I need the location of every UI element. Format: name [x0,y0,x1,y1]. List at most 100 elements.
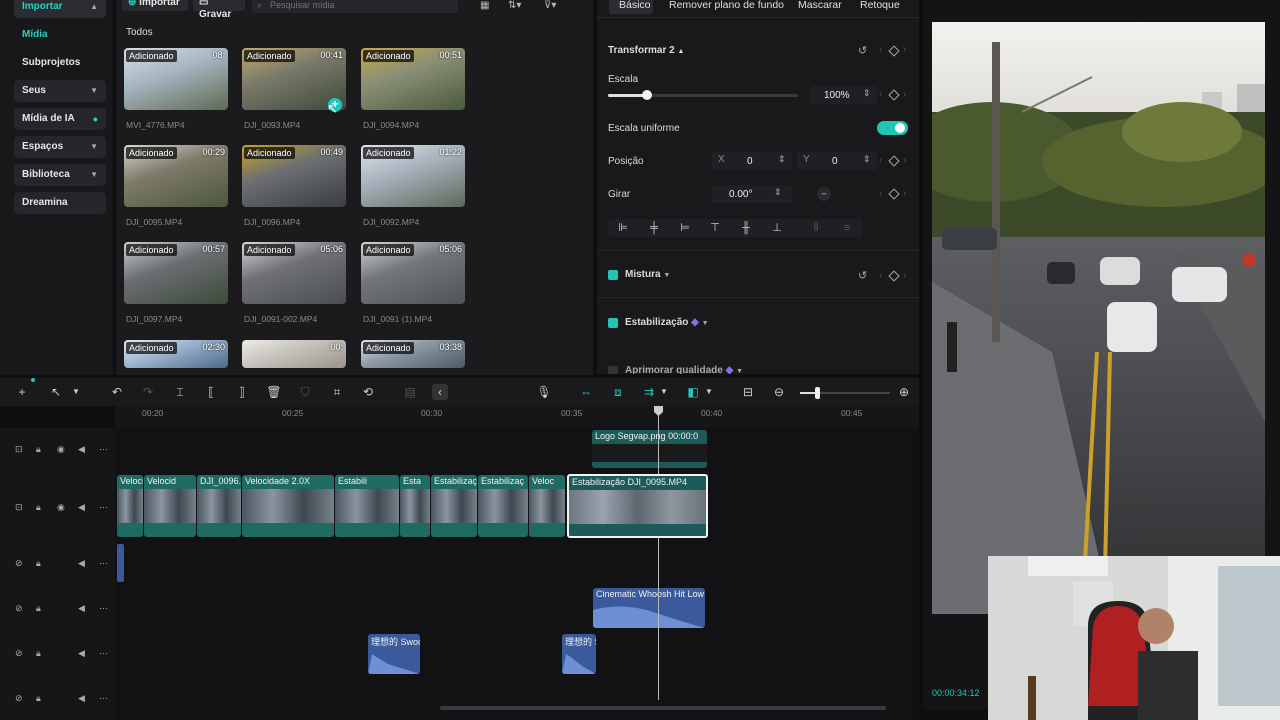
more-icon[interactable]: ⋯ [99,502,108,513]
speed-icon[interactable]: ⟲ [360,384,376,400]
nav-item-seus[interactable]: Seus ▼ [14,80,106,102]
lock-icon[interactable]: 🔒︎ [36,502,41,513]
tab-basico[interactable]: Básico [619,0,651,14]
video-clip[interactable]: Estabili [335,475,399,537]
playhead[interactable] [658,410,659,700]
align-bottom-icon[interactable]: ⊥ [770,222,784,234]
prev-keyframe-icon[interactable]: ‹ [879,155,882,166]
prev-keyframe-icon[interactable]: ‹ [879,270,882,281]
add-track-icon[interactable]: + [14,384,30,400]
nav-item-dreamina[interactable]: Dreamina [14,192,106,214]
overlay-clip-logo[interactable]: Logo Segvap.png 00:00:0 [592,430,707,468]
keyframe-icon[interactable] [888,89,900,101]
prev-keyframe-icon[interactable]: ‹ [879,89,882,100]
delete-icon[interactable]: 🗑 [266,384,282,400]
audio-icon[interactable]: ◀︎ [78,558,85,569]
audio-icon[interactable]: ◀︎ [78,648,85,659]
collapse-icon[interactable]: ‹ [432,384,448,400]
media-thumbnail[interactable]: Adicionado 02:30 [124,340,228,368]
video-clip[interactable]: Velocid [144,475,196,537]
media-thumbnail[interactable]: Adicionado 05:06 [242,242,346,304]
audio-clip-swoosh-2[interactable]: 理想的 S [562,634,596,674]
tab-mascarar[interactable]: Mascarar [798,0,842,14]
media-thumbnail[interactable]: Adicionado 00:51 [361,48,465,110]
align-center-h-icon[interactable]: ╪ [647,222,661,234]
align-top-icon[interactable]: ⊤ [708,222,722,234]
next-keyframe-icon[interactable]: › [903,188,906,199]
fit-icon[interactable]: ⊟ [740,384,756,400]
video-clip[interactable]: Esta [400,475,430,537]
chevron-down-icon[interactable]: ▼ [656,384,672,400]
redo-icon[interactable]: ↷ [140,384,156,400]
lock-icon[interactable]: 🔒︎ [36,693,41,704]
media-thumbnail[interactable]: 00: [242,340,346,368]
select-tool-icon[interactable]: ↖ [48,384,64,400]
record-button[interactable]: ▭ Gravar [193,0,245,20]
audio-clip-small[interactable] [117,544,124,582]
video-clip[interactable]: Velocidade 2.0X [242,475,334,537]
nav-item-importar[interactable]: Importar ▲ [14,0,106,18]
preview-video[interactable] [932,22,1265,614]
sort-icon[interactable]: ⇅▾ [508,0,521,11]
chevron-down-icon[interactable]: ▼ [68,384,84,400]
reset-icon[interactable]: ↺ [858,44,867,57]
lock-icon[interactable]: 🔒︎ [36,444,41,455]
rotate-value[interactable]: 0.00° [729,189,752,200]
lock-icon[interactable]: 🔒︎ [36,603,41,614]
shield-icon[interactable]: ⛉ [297,384,313,400]
snap-icon[interactable]: ⇉ [641,384,657,400]
rotate-dial-icon[interactable]: – [817,187,831,201]
x-value[interactable]: 0 [747,156,753,167]
keyframe-icon[interactable] [888,270,900,282]
audio-icon[interactable]: ◀︎ [78,603,85,614]
lock-icon[interactable]: 🔒︎ [36,558,41,569]
next-keyframe-icon[interactable]: › [903,270,906,281]
preview-axis-icon[interactable]: ◧ [685,384,701,400]
more-icon[interactable]: ⋯ [99,693,108,704]
media-thumbnail[interactable]: Adicionado 08: [124,48,228,110]
align-center-v-icon[interactable]: ╫ [739,222,753,234]
undo-icon[interactable]: ↶ [109,384,125,400]
filter-icon[interactable]: ⊽▾ [544,0,556,11]
eye-icon[interactable]: ◉ [57,502,65,513]
y-value[interactable]: 0 [832,156,838,167]
zoom-slider[interactable] [800,387,890,399]
stepper-icon[interactable]: ⇕ [778,154,786,165]
nav-item-subprojetos[interactable]: Subprojetos [14,52,106,74]
stepper-icon[interactable]: ⇕ [863,154,871,165]
microphone-icon[interactable]: 🎙 [536,384,552,400]
tab-retoque[interactable]: Retoque [860,0,900,14]
audio-clip-whoosh[interactable]: Cinematic Whoosh Hit Low [593,588,705,628]
zoom-slider-handle[interactable] [815,387,820,399]
next-keyframe-icon[interactable]: › [903,155,906,166]
video-clip[interactable]: Estabilizaç [478,475,528,537]
mix-checkbox[interactable] [608,270,618,280]
media-thumbnail[interactable]: Adicionado 01:22 [361,145,465,207]
crop-icon[interactable]: ⌗ [329,384,345,400]
align-left-icon[interactable]: ⊫ [616,222,630,234]
magnet-icon[interactable]: ⧈ [610,384,626,400]
stepper-icon[interactable]: ⇕ [863,88,871,99]
zoom-out-icon[interactable]: ⊖ [771,384,787,400]
next-keyframe-icon[interactable]: › [903,44,906,55]
split-right-icon[interactable]: ⟧ [234,384,250,400]
lock-icon[interactable]: 🔒︎ [36,648,41,659]
nav-item-midia-ia[interactable]: Mídia de IA ● [14,108,106,130]
split-icon[interactable]: ⌶ [172,384,188,400]
search-input[interactable] [252,0,458,13]
audio-clip-swoosh-1[interactable]: 理想的 Swoo [368,634,420,674]
video-clip[interactable]: Veloci [117,475,143,537]
prev-keyframe-icon[interactable]: ‹ [879,44,882,55]
grid-view-icon[interactable]: ▦ [480,0,489,11]
mix-label[interactable]: Mistura ▼ [625,269,670,280]
nav-item-espacos[interactable]: Espaços ▼ [14,136,106,158]
stabilize-checkbox[interactable] [608,318,618,328]
align-right-icon[interactable]: ⊨ [678,222,692,234]
media-thumbnail[interactable]: Adicionado 03:38 [361,340,465,368]
distribute-v-icon[interactable]: ≡ [840,222,854,234]
nav-item-biblioteca[interactable]: Biblioteca ▼ [14,164,106,186]
video-clip[interactable]: Estabilizaç [431,475,477,537]
nav-item-midia[interactable]: Mídia [14,24,106,46]
media-thumbnail[interactable]: Adicionado 00:29 [124,145,228,207]
stabilize-label[interactable]: Estabilização ◆ ▼ [625,317,709,328]
